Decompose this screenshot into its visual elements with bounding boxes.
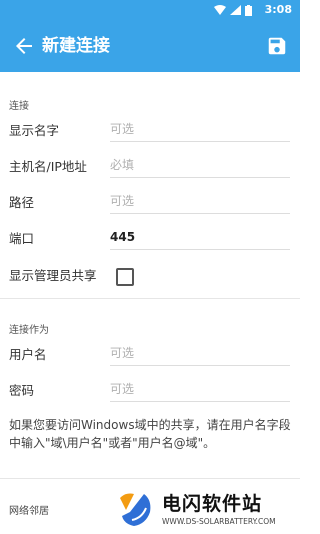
display-name-label: 显示名字: [9, 123, 60, 138]
port-field[interactable]: 445: [110, 227, 290, 250]
admin-shares-label: 显示管理员共享: [9, 268, 97, 283]
status-icons: [214, 4, 252, 16]
watermark-name: 电闪软件站: [162, 493, 263, 515]
section-title-connection: 连接: [9, 101, 29, 112]
host-input[interactable]: [110, 158, 290, 172]
display-name-input[interactable]: [110, 122, 290, 136]
username-input[interactable]: [110, 346, 290, 360]
password-label: 密码: [9, 383, 35, 398]
status-time: 3:08: [264, 3, 292, 16]
admin-shares-checkbox[interactable]: [116, 268, 134, 286]
domain-help-text: 如果您要访问Windows域中的共享，请在用户名字段中输入"域\用户名"或者"用…: [9, 418, 291, 450]
port-label: 端口: [9, 231, 35, 246]
display-name-field[interactable]: [110, 119, 290, 142]
host-field[interactable]: [110, 155, 290, 178]
app-bar: 新建连接: [0, 20, 300, 72]
section-title-network-neighborhood: 网络邻居: [9, 506, 49, 517]
port-value[interactable]: 445: [110, 230, 135, 244]
path-input[interactable]: [110, 194, 290, 208]
path-field[interactable]: [110, 191, 290, 214]
divider: [0, 298, 300, 299]
username-label: 用户名: [9, 347, 47, 362]
wifi-icon: [214, 5, 226, 15]
host-label: 主机名/IP地址: [9, 159, 87, 174]
watermark: 电闪软件站 WWW.DS-SOLARBATTERY.COM: [112, 486, 300, 534]
watermark-logo-icon: [120, 493, 151, 526]
section-title-credentials: 连接作为: [9, 325, 49, 336]
save-icon[interactable]: [266, 35, 288, 57]
password-input[interactable]: [110, 382, 290, 396]
signal-icon: [230, 5, 241, 15]
battery-icon: [245, 4, 252, 16]
back-arrow-icon[interactable]: [12, 34, 36, 58]
username-field[interactable]: [110, 343, 290, 366]
path-label: 路径: [9, 195, 35, 210]
password-field[interactable]: [110, 379, 290, 402]
watermark-url: WWW.DS-SOLARBATTERY.COM: [162, 517, 276, 526]
status-bar: 3:08: [0, 0, 300, 20]
divider: [0, 478, 300, 479]
page-title: 新建连接: [42, 36, 110, 56]
